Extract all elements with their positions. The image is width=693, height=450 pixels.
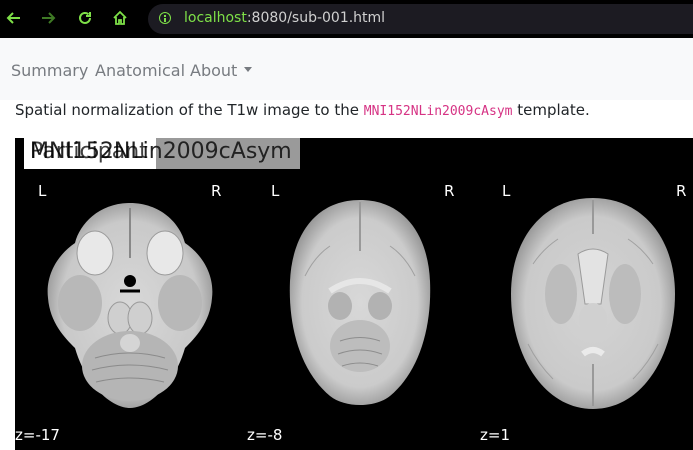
description-suffix: template. <box>512 101 590 119</box>
brain-slice-2-image <box>289 200 431 405</box>
slice-1-z-label: z=-17 <box>15 426 60 444</box>
home-icon[interactable] <box>108 6 132 30</box>
slice-3-z-label: z=1 <box>480 426 510 444</box>
description-text: Spatial normalization of the T1w image t… <box>15 100 590 122</box>
site-navbar: Summary Anatomical About <box>0 38 693 100</box>
slice-1-right-label: R <box>211 182 222 200</box>
forward-arrow-icon[interactable] <box>36 6 60 30</box>
brain-slice-1-image <box>47 203 213 408</box>
slice-2-left-label: L <box>271 182 280 200</box>
slice-1-left-label: L <box>38 182 47 200</box>
normalization-figure: MNI152NLin2009cAsym Participant L R z=-1… <box>15 138 693 450</box>
caret-down-icon <box>244 67 253 72</box>
overlay-label-participant: Participant <box>30 139 148 164</box>
slice-3-left-label: L <box>502 182 511 200</box>
description-prefix: Spatial normalization of the T1w image t… <box>15 101 364 119</box>
template-name: MNI152NLin2009cAsym <box>363 104 513 119</box>
nav-about[interactable]: About <box>190 61 253 80</box>
brain-slice-3-image <box>511 198 675 409</box>
site-info-icon[interactable] <box>159 12 171 24</box>
nav-summary[interactable]: Summary <box>11 61 88 80</box>
browser-toolbar: localhost:8080/sub-001.html <box>0 0 693 38</box>
reload-icon[interactable] <box>73 6 97 30</box>
url-host: localhost <box>184 10 247 26</box>
slice-2-right-label: R <box>444 182 455 200</box>
url-path: :8080/sub-001.html <box>246 10 386 26</box>
slice-3-right-label: R <box>676 182 687 200</box>
url-text: localhost:8080/sub-001.html <box>184 10 385 26</box>
slice-2-z-label: z=-8 <box>247 426 283 444</box>
back-arrow-icon[interactable] <box>2 6 26 30</box>
nav-about-label: About <box>190 61 238 80</box>
address-bar[interactable]: localhost:8080/sub-001.html <box>148 4 693 34</box>
nav-anatomical[interactable]: Anatomical <box>95 61 185 80</box>
